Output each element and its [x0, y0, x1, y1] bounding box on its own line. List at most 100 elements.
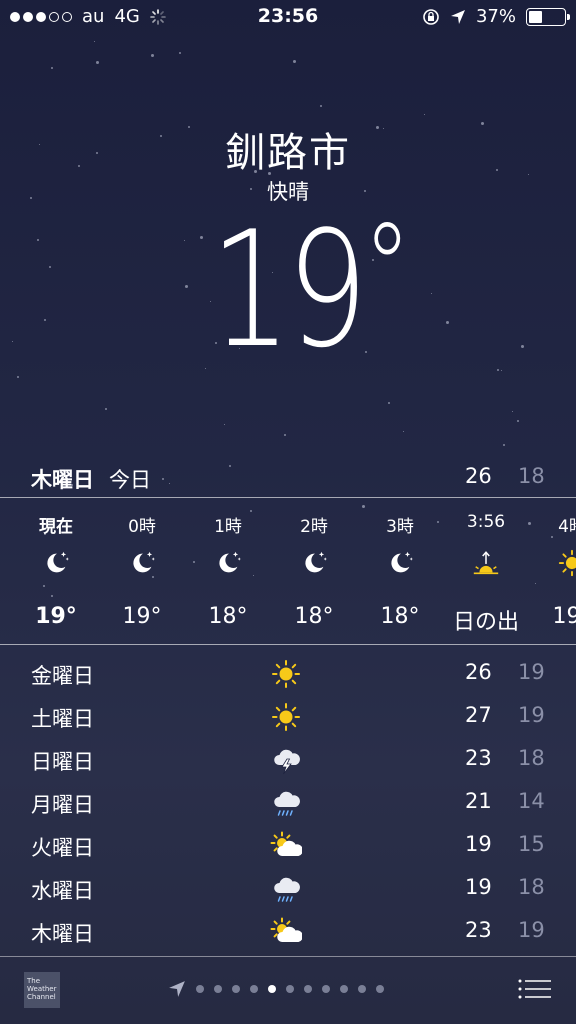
hour-value: 19° — [552, 604, 576, 629]
day-name: 日曜日 — [31, 750, 94, 774]
hour-value: 18° — [294, 604, 334, 629]
page-dot[interactable] — [322, 985, 330, 993]
hour-label: 0時 — [128, 517, 156, 537]
page-indicator[interactable] — [168, 980, 384, 998]
star — [224, 424, 225, 425]
day-high: 21 — [465, 789, 492, 813]
hour-label: 3:56 — [466, 512, 506, 532]
day-high: 19 — [465, 875, 492, 899]
star — [431, 293, 432, 294]
day-name: 火曜日 — [31, 836, 94, 860]
divider — [0, 497, 576, 498]
day-low: 19 — [518, 918, 545, 942]
star — [521, 345, 524, 348]
page-dot[interactable] — [358, 985, 366, 993]
star — [200, 236, 203, 239]
star — [403, 431, 404, 432]
day-high: 23 — [465, 918, 492, 942]
page-dot[interactable] — [214, 985, 222, 993]
page-dot[interactable] — [268, 985, 276, 993]
temperature-value: 19 — [210, 196, 368, 383]
star — [12, 341, 13, 342]
hour-icon-wrap — [299, 548, 329, 578]
city-name: 釧路市 — [225, 130, 351, 176]
day-high: 26 — [465, 660, 492, 684]
hourly-forecast[interactable]: 現在 19° 0時 19° 1時 18° 2時 18° 3時 18° 3:56 — [0, 500, 576, 644]
star — [105, 408, 107, 410]
sun-icon — [272, 703, 300, 731]
hour-value: 19° — [122, 604, 162, 629]
star — [44, 319, 46, 321]
divider — [0, 644, 576, 645]
divider — [0, 956, 576, 957]
page-dot[interactable] — [376, 985, 384, 993]
hour-value: 18° — [380, 604, 420, 629]
partly-cloudy-icon — [270, 831, 303, 856]
day-high: 23 — [465, 746, 492, 770]
hour-icon-wrap — [213, 548, 243, 578]
day-low: 19 — [518, 703, 545, 727]
current-location-icon — [169, 981, 185, 997]
day-low: 18 — [518, 875, 545, 899]
hour-value: 18° — [208, 604, 248, 629]
star — [96, 61, 99, 64]
partly-cloudy-icon — [270, 917, 303, 942]
day-icon-wrap — [270, 916, 304, 946]
hour-icon-wrap — [385, 548, 415, 578]
hour-label: 3時 — [386, 517, 414, 537]
status-bar: au 4G 23:56 37% — [0, 0, 576, 34]
star — [51, 67, 53, 69]
sun-icon — [272, 660, 300, 688]
day-low: 18 — [518, 746, 545, 770]
day-icon-wrap — [270, 830, 304, 860]
city-list-icon[interactable] — [518, 978, 552, 1000]
moon-stars-icon — [133, 551, 155, 573]
daily-row: 月曜日 21 14 — [0, 781, 576, 824]
page-dot[interactable] — [250, 985, 258, 993]
day-name: 水曜日 — [31, 879, 94, 903]
daily-row: 日曜日 23 18 — [0, 738, 576, 781]
star — [503, 444, 505, 446]
page-dot[interactable] — [196, 985, 204, 993]
star — [512, 411, 513, 412]
page-dot[interactable] — [286, 985, 294, 993]
day-icon-wrap — [270, 787, 304, 817]
day-name: 土曜日 — [31, 707, 94, 731]
star — [388, 402, 390, 404]
hour-icon-wrap — [41, 548, 71, 578]
today-day-name: 木曜日 — [31, 468, 94, 492]
daily-row: 水曜日 19 18 — [0, 867, 576, 910]
day-icon-wrap — [270, 658, 304, 688]
hour-icon-wrap — [557, 548, 576, 578]
page-dot[interactable] — [304, 985, 312, 993]
today-summary-row: 木曜日 今日 26 18 — [0, 458, 576, 496]
star — [17, 376, 19, 378]
moon-stars-icon — [391, 551, 413, 573]
weather-channel-logo[interactable]: The Weather Channel — [24, 972, 60, 1008]
star — [424, 114, 425, 115]
rain-icon — [274, 791, 300, 816]
hour-icon-wrap — [471, 548, 501, 578]
star — [320, 105, 322, 107]
hour-label: 2時 — [300, 517, 328, 537]
rotation-lock-icon — [423, 8, 439, 25]
star — [151, 54, 154, 57]
star — [205, 368, 206, 369]
current-temperature: 19° — [210, 209, 411, 370]
day-high: 19 — [465, 832, 492, 856]
bottom-toolbar: The Weather Channel — [0, 958, 576, 1024]
star — [517, 420, 519, 422]
today-low: 18 — [518, 464, 545, 488]
moon-stars-icon — [305, 551, 327, 573]
page-dot[interactable] — [340, 985, 348, 993]
page-dot[interactable] — [232, 985, 240, 993]
star — [501, 370, 502, 371]
star — [94, 41, 95, 42]
moon-stars-icon — [219, 551, 241, 573]
day-low: 19 — [518, 660, 545, 684]
hour-label: 現在 — [39, 517, 73, 537]
daily-row: 土曜日 27 19 — [0, 695, 576, 738]
battery-icon — [526, 7, 570, 26]
star — [179, 52, 181, 54]
hour-icon-wrap — [127, 548, 157, 578]
